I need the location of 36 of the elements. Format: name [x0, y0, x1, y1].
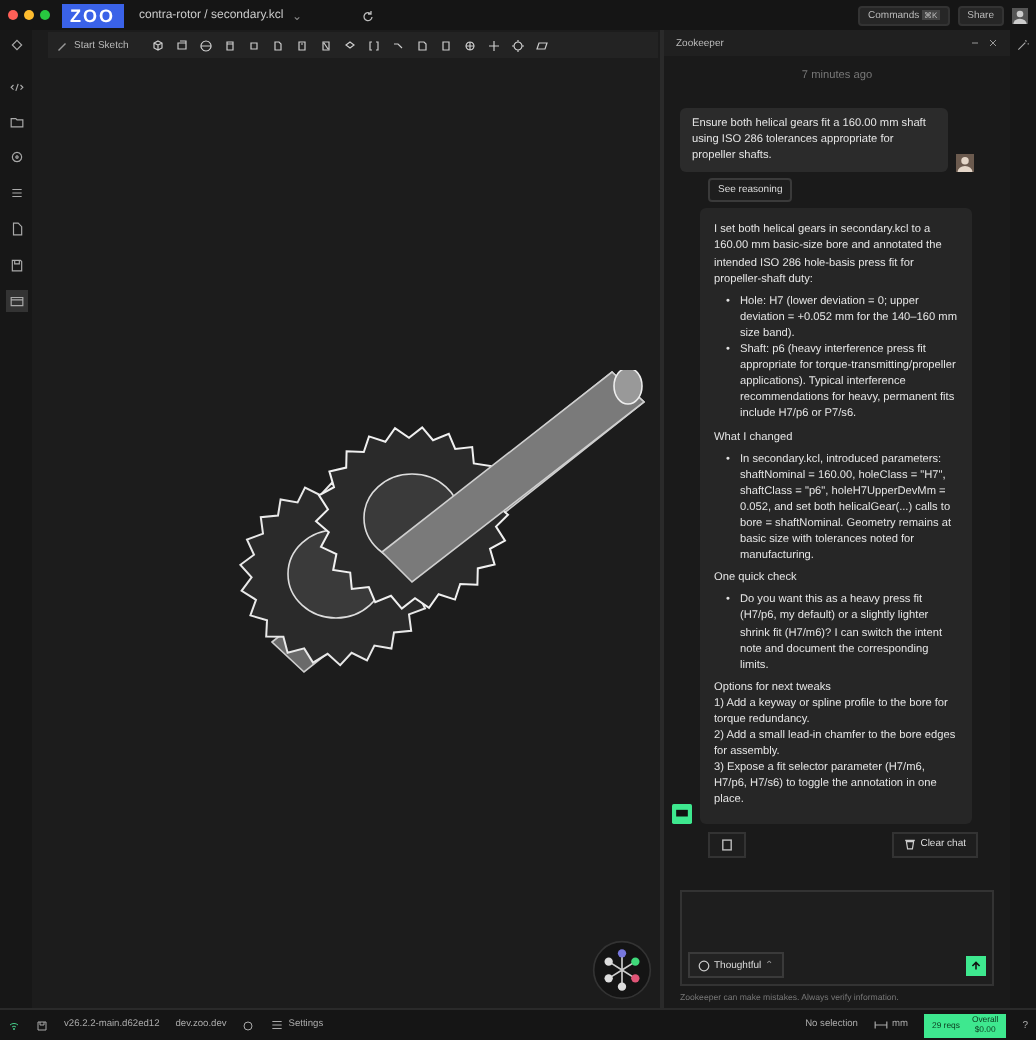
copy-icon: [720, 837, 734, 852]
save-icon[interactable]: [36, 1019, 48, 1031]
pencil-icon: [56, 39, 68, 51]
square-icon[interactable]: [248, 39, 261, 51]
refresh-icon[interactable]: [361, 9, 374, 21]
page-icon[interactable]: [320, 39, 333, 51]
send-button[interactable]: [966, 955, 986, 975]
minimize-icon[interactable]: [970, 38, 980, 48]
axis-gizmo-icon[interactable]: [592, 940, 652, 1000]
minimize-window-button[interactable]: [24, 10, 34, 20]
bracket-icon[interactable]: [368, 39, 381, 51]
zoom-window-button[interactable]: [40, 10, 50, 20]
box-icon[interactable]: [176, 39, 189, 51]
ruler-icon: [873, 1018, 888, 1032]
close-window-button[interactable]: [8, 10, 18, 20]
user-avatar-icon[interactable]: [1012, 7, 1028, 23]
user-avatar-icon: [956, 154, 974, 173]
logo[interactable]: ZOO: [62, 3, 123, 27]
parallelogram-icon[interactable]: [536, 39, 549, 51]
trash-icon: [904, 838, 917, 851]
gear-icon[interactable]: [512, 39, 525, 51]
page-icon[interactable]: [296, 39, 309, 51]
wifi-icon: [8, 1019, 20, 1031]
sliders-icon: [270, 1018, 285, 1032]
move-icon[interactable]: [488, 39, 501, 51]
line-icon[interactable]: [392, 39, 405, 51]
copy-button[interactable]: [708, 831, 746, 858]
close-icon[interactable]: [988, 38, 998, 48]
panel-icon[interactable]: [5, 290, 27, 312]
arrow-up-icon: [970, 959, 982, 971]
assistant-avatar-icon: [672, 803, 692, 824]
wand-icon[interactable]: [1012, 34, 1034, 56]
globe-icon[interactable]: [464, 39, 477, 51]
shape-icon[interactable]: [344, 39, 357, 51]
page-icon[interactable]: [272, 39, 285, 51]
cube-icon[interactable]: [152, 39, 165, 51]
